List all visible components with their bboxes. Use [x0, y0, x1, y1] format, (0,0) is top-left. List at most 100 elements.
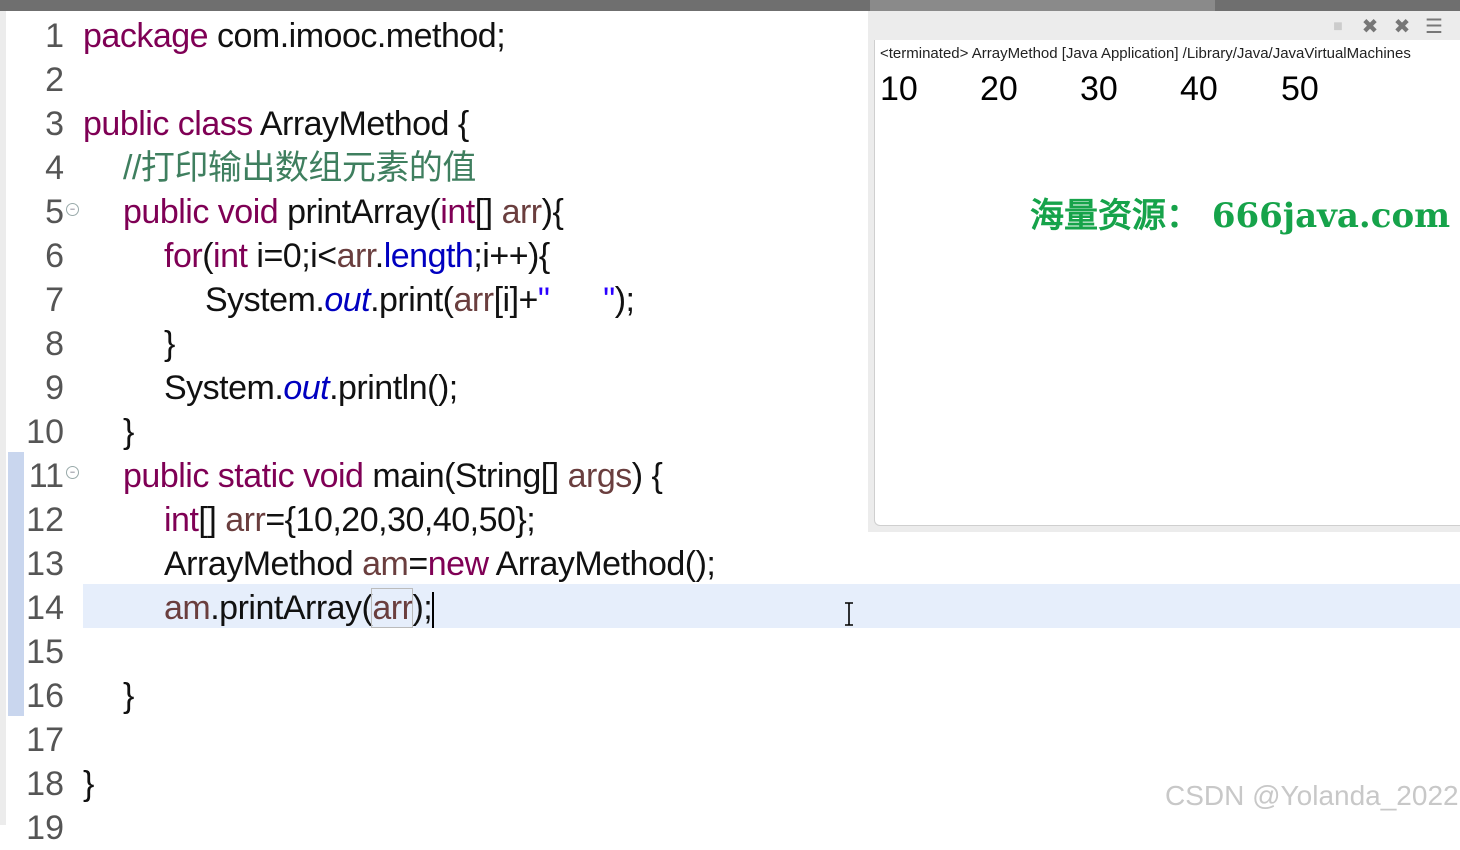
string-literal: " " [537, 281, 615, 319]
code-line-16[interactable]: } [123, 674, 134, 718]
fold-toggle-icon[interactable]: − [66, 466, 79, 479]
code-text: System. [164, 369, 284, 407]
variable: arr [501, 193, 543, 231]
code-text: com.imooc.method; [208, 17, 506, 55]
keyword: int [213, 237, 248, 275]
code-line-10[interactable]: } [123, 410, 134, 454]
code-line-13[interactable]: ArrayMethod am=new ArrayMethod(); [164, 542, 716, 586]
variable: args [567, 457, 633, 495]
line-number: 8 [45, 325, 64, 363]
line-number: 2 [45, 61, 64, 99]
remove-all-icon[interactable]: ✖ [1389, 15, 1415, 39]
code-line-12[interactable]: int[] arr={10,20,30,40,50}; [164, 498, 536, 542]
code-line-11[interactable]: public static void main(String[] args) { [123, 454, 663, 498]
window-top-bar [0, 0, 1460, 11]
code-line-14[interactable]: am.printArray(arr); [164, 586, 435, 630]
code-line-7[interactable]: System.out.print(arr[i]+" "); [205, 278, 635, 322]
code-comment: //打印输出数组元素的值 [123, 149, 476, 187]
line-number: 3 [45, 105, 64, 143]
console-output-area[interactable] [874, 40, 1460, 526]
line-number: 5 [45, 193, 64, 231]
line-number: 1 [45, 17, 64, 55]
resource-watermark: 海量资源： 666java.com [1030, 196, 1451, 236]
remove-launch-icon[interactable]: ✖ [1357, 15, 1383, 39]
console-output-value: 50 [1281, 70, 1319, 108]
line-number: 17 [26, 721, 64, 759]
code-text: ){ [541, 193, 564, 231]
text-caret [432, 592, 435, 629]
code-text: main(String[] [363, 457, 568, 495]
variable: arr [225, 501, 266, 539]
line-number: 14 [26, 589, 64, 627]
code-line-8[interactable]: } [164, 322, 175, 366]
code-line-6[interactable]: for(int i=0;i<arr.length;i++){ [164, 234, 550, 278]
field: length [383, 237, 474, 275]
code-text: .printArray( [210, 589, 373, 627]
code-text: . [374, 237, 384, 275]
console-output-value: 10 [880, 70, 918, 108]
variable: am [362, 545, 409, 583]
variable: arr [453, 281, 495, 319]
line-number: 19 [26, 809, 64, 847]
keyword: int [164, 501, 199, 539]
code-line-5[interactable]: public void printArray(int[] arr){ [123, 190, 564, 234]
line-number: 15 [26, 633, 64, 671]
code-text: ArrayMethod(); [488, 545, 716, 583]
console-output-value: 40 [1180, 70, 1218, 108]
line-number: 16 [26, 677, 64, 715]
code-text: } [123, 413, 134, 451]
code-text: } [164, 325, 175, 363]
keyword: for [164, 237, 203, 275]
keyword: public static void [123, 457, 364, 495]
code-text: ArrayMethod [164, 545, 363, 583]
code-text: ); [614, 281, 635, 319]
code-text: = [408, 545, 428, 583]
csdn-watermark: CSDN @Yolanda_2022 [1165, 780, 1459, 811]
line-number: 11 [28, 457, 64, 495]
code-text: ArrayMethod { [252, 105, 469, 143]
code-text: } [123, 677, 134, 715]
code-line-1[interactable]: package com.imooc.method; [83, 14, 506, 58]
code-text: ;i++){ [473, 237, 550, 275]
line-number: 4 [45, 149, 64, 187]
code-text: [i]+ [493, 281, 539, 319]
code-text: ); [412, 589, 433, 627]
variable: am [164, 589, 211, 627]
code-text: .print( [370, 281, 454, 319]
line-number: 9 [45, 369, 64, 407]
code-text: ) { [631, 457, 663, 495]
code-text: ( [202, 237, 214, 275]
code-line-3[interactable]: public class ArrayMethod { [83, 102, 469, 146]
variable-occurrence: arr [371, 588, 414, 628]
code-text: [] [474, 193, 502, 231]
fold-toggle-icon[interactable]: − [66, 203, 79, 216]
stop-icon[interactable]: ■ [1325, 15, 1351, 39]
line-number: 13 [26, 545, 64, 583]
code-text: ={10,20,30,40,50}; [265, 501, 536, 539]
code-text: [] [198, 501, 226, 539]
console-title: <terminated> ArrayMethod [Java Applicati… [880, 45, 1411, 62]
line-number: 6 [45, 237, 64, 275]
console-toolbar: ■ ✖ ✖ ☰ [1325, 14, 1447, 40]
line-number: 7 [45, 281, 64, 319]
line-number: 10 [26, 413, 64, 451]
console-output-value: 30 [1080, 70, 1118, 108]
keyword: public void [123, 193, 279, 231]
code-line-18[interactable]: } [83, 762, 94, 806]
line-number: 12 [26, 501, 64, 539]
code-text: } [83, 765, 94, 803]
text-cursor-icon [845, 602, 853, 626]
line-number: 18 [26, 765, 64, 803]
change-marker-bar [8, 452, 24, 716]
keyword: package [83, 17, 209, 55]
field: out [324, 281, 371, 319]
code-text: .println(); [329, 369, 458, 407]
console-log-icon[interactable]: ☰ [1421, 15, 1447, 39]
code-line-9[interactable]: System.out.println(); [164, 366, 458, 410]
code-text: i=0;i< [247, 237, 337, 275]
keyword: int [440, 193, 475, 231]
code-line-4[interactable]: //打印输出数组元素的值 [123, 146, 476, 190]
keyword: public class [83, 105, 253, 143]
code-text: System. [205, 281, 325, 319]
variable: arr [336, 237, 376, 275]
